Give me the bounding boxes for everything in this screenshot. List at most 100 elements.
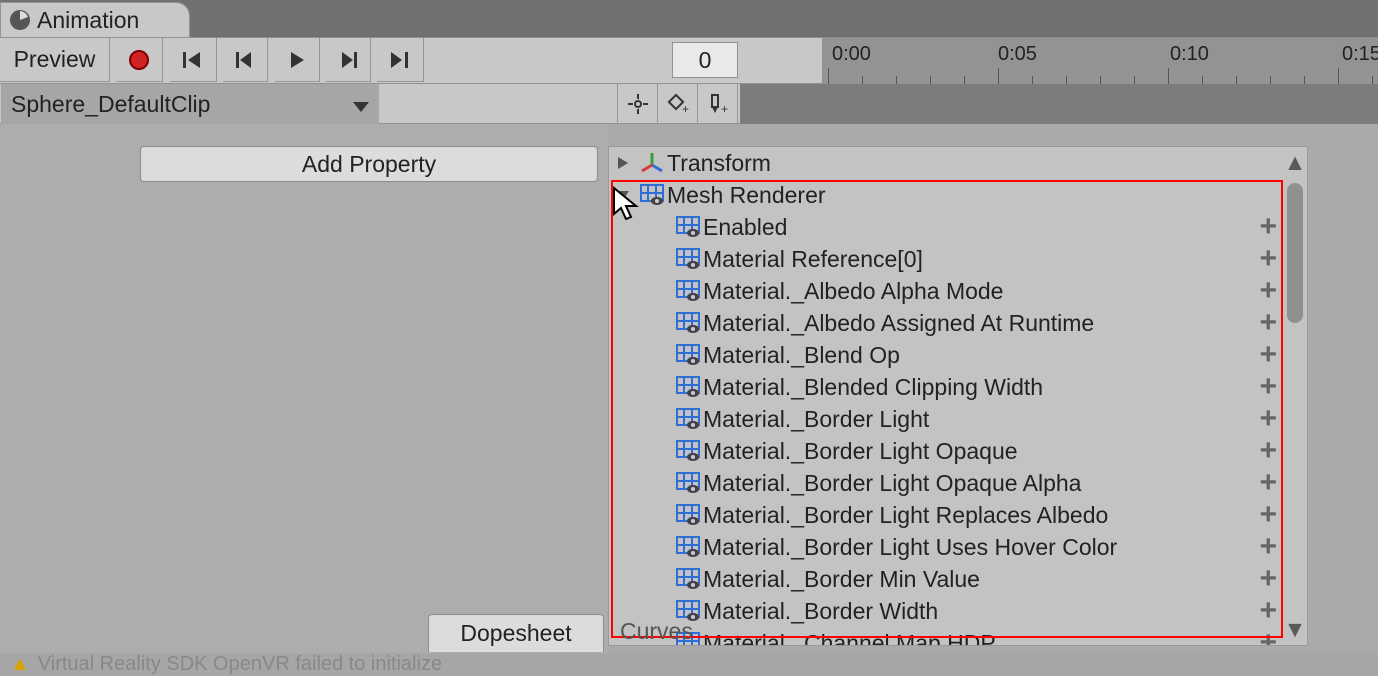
add-property-icon[interactable]: + xyxy=(1259,434,1277,468)
property-icon xyxy=(673,408,703,430)
property-label: Mesh Renderer xyxy=(667,182,826,209)
frame-input[interactable]: 0 xyxy=(672,42,738,78)
add-keyframe-button[interactable]: + xyxy=(657,84,697,124)
add-property-icon[interactable]: + xyxy=(1259,626,1277,646)
property-label: Material._Border Width xyxy=(703,598,938,625)
ruler-mark: 0:00 xyxy=(832,43,871,66)
add-property-icon[interactable]: + xyxy=(1259,402,1277,436)
property-label: Enabled xyxy=(703,214,787,241)
property-icon xyxy=(673,568,703,590)
property-label: Material._Border Light Opaque Alpha xyxy=(703,470,1081,497)
scrollbar[interactable]: ▲ ▼ xyxy=(1283,147,1307,645)
add-property-icon[interactable]: + xyxy=(1259,338,1277,372)
property-label: Material._Border Min Value xyxy=(703,566,980,593)
property-row-transform[interactable]: Transform xyxy=(609,147,1307,179)
property-row[interactable]: Material._Albedo Assigned At Runtime + xyxy=(609,307,1307,339)
dopesheet-tab[interactable]: Dopesheet xyxy=(428,614,604,652)
tab-animation[interactable]: Animation xyxy=(0,2,190,38)
svg-text:+: + xyxy=(721,102,728,115)
ruler-ticks xyxy=(822,66,1378,84)
last-frame-button[interactable] xyxy=(377,38,424,82)
add-property-icon[interactable]: + xyxy=(1259,466,1277,500)
svg-text:+: + xyxy=(682,102,689,115)
property-row[interactable]: Material._Border Light Uses Hover Color + xyxy=(609,531,1307,563)
property-row[interactable]: Material._Border Light Replaces Albedo + xyxy=(609,499,1307,531)
property-row[interactable]: Material._Border Width + xyxy=(609,595,1307,627)
clip-dropdown[interactable]: Sphere_DefaultClip xyxy=(1,84,379,124)
add-property-popup: Transform Mesh Renderer Enabled+Material… xyxy=(608,146,1308,646)
add-event-button[interactable]: + xyxy=(697,84,737,124)
timeline-lane[interactable] xyxy=(740,84,1378,124)
mesh-renderer-icon xyxy=(637,184,667,206)
collapse-icon[interactable] xyxy=(609,188,637,202)
scroll-up-icon[interactable]: ▲ xyxy=(1287,149,1303,176)
property-icon xyxy=(673,248,703,270)
property-icon xyxy=(673,504,703,526)
add-property-button[interactable]: Add Property xyxy=(140,146,598,182)
property-icon xyxy=(673,376,703,398)
add-property-icon[interactable]: + xyxy=(1259,274,1277,308)
play-button[interactable] xyxy=(275,38,320,82)
timeline-ruler[interactable]: 0:00 0:05 0:10 0:15 xyxy=(822,38,1378,84)
property-icon xyxy=(673,472,703,494)
clip-name: Sphere_DefaultClip xyxy=(11,91,210,118)
first-frame-button[interactable] xyxy=(170,38,217,82)
property-row[interactable]: Material._Border Light Opaque + xyxy=(609,435,1307,467)
add-property-icon[interactable]: + xyxy=(1259,306,1277,340)
property-icon xyxy=(673,216,703,238)
filter-by-selection-button[interactable] xyxy=(617,84,657,124)
property-label: Material._Border Light xyxy=(703,406,929,433)
property-icon xyxy=(673,440,703,462)
property-children-list: Enabled+Material Reference[0]+Material._… xyxy=(609,211,1307,646)
property-row[interactable]: Material._Channel Map HDP + xyxy=(609,627,1307,646)
property-icon xyxy=(673,280,703,302)
expand-icon[interactable] xyxy=(609,156,637,170)
property-row[interactable]: Material._Border Min Value + xyxy=(609,563,1307,595)
record-button[interactable] xyxy=(116,38,163,82)
ruler-mark: 0:05 xyxy=(998,43,1037,66)
property-row[interactable]: Material._Border Light Opaque Alpha + xyxy=(609,467,1307,499)
property-label: Material Reference[0] xyxy=(703,246,923,273)
curves-tab[interactable]: Curves xyxy=(620,618,693,645)
animation-icon xyxy=(9,9,31,31)
property-label: Material._Border Light Opaque xyxy=(703,438,1018,465)
property-label: Material._Albedo Alpha Mode xyxy=(703,278,1003,305)
add-property-icon[interactable]: + xyxy=(1259,210,1277,244)
property-label: Material._Border Light Replaces Albedo xyxy=(703,502,1108,529)
clip-buttons: + + xyxy=(617,84,738,124)
tab-bar: Animation xyxy=(0,0,1378,38)
property-icon xyxy=(673,312,703,334)
prev-key-button[interactable] xyxy=(223,38,268,82)
add-property-icon[interactable]: + xyxy=(1259,594,1277,628)
status-bar: ▲ Virtual Reality SDK OpenVR failed to i… xyxy=(0,653,1378,676)
add-property-icon[interactable]: + xyxy=(1259,370,1277,404)
property-row[interactable]: Material._Blended Clipping Width + xyxy=(609,371,1307,403)
property-row-mesh-renderer[interactable]: Mesh Renderer xyxy=(609,179,1307,211)
scroll-down-icon[interactable]: ▼ xyxy=(1287,616,1303,643)
add-property-icon[interactable]: + xyxy=(1259,242,1277,276)
property-label: Material._Blended Clipping Width xyxy=(703,374,1043,401)
add-property-icon[interactable]: + xyxy=(1259,498,1277,532)
property-row[interactable]: Material._Albedo Alpha Mode + xyxy=(609,275,1307,307)
animation-window: Animation Preview 0 Sphere_DefaultClip +… xyxy=(0,0,1378,676)
property-row[interactable]: Material._Blend Op+ xyxy=(609,339,1307,371)
property-label: Material._Channel Map HDP xyxy=(703,630,996,647)
next-key-button[interactable] xyxy=(326,38,371,82)
ruler-mark: 0:10 xyxy=(1170,43,1209,66)
property-icon xyxy=(673,344,703,366)
scroll-thumb[interactable] xyxy=(1287,183,1303,323)
add-property-icon[interactable]: + xyxy=(1259,562,1277,596)
tab-label: Animation xyxy=(37,7,139,34)
ruler-mark: 0:15 xyxy=(1342,43,1378,66)
property-row[interactable]: Enabled + xyxy=(609,211,1307,243)
add-property-icon[interactable]: + xyxy=(1259,530,1277,564)
property-icon xyxy=(673,536,703,558)
property-row[interactable]: Material._Border Light + xyxy=(609,403,1307,435)
preview-button[interactable]: Preview xyxy=(0,38,110,82)
property-row[interactable]: Material Reference[0] + xyxy=(609,243,1307,275)
property-label: Material._Albedo Assigned At Runtime xyxy=(703,310,1094,337)
property-list-panel xyxy=(0,124,608,655)
property-label: Material._Border Light Uses Hover Color xyxy=(703,534,1117,561)
transform-icon xyxy=(637,151,667,175)
chevron-down-icon xyxy=(353,91,369,118)
